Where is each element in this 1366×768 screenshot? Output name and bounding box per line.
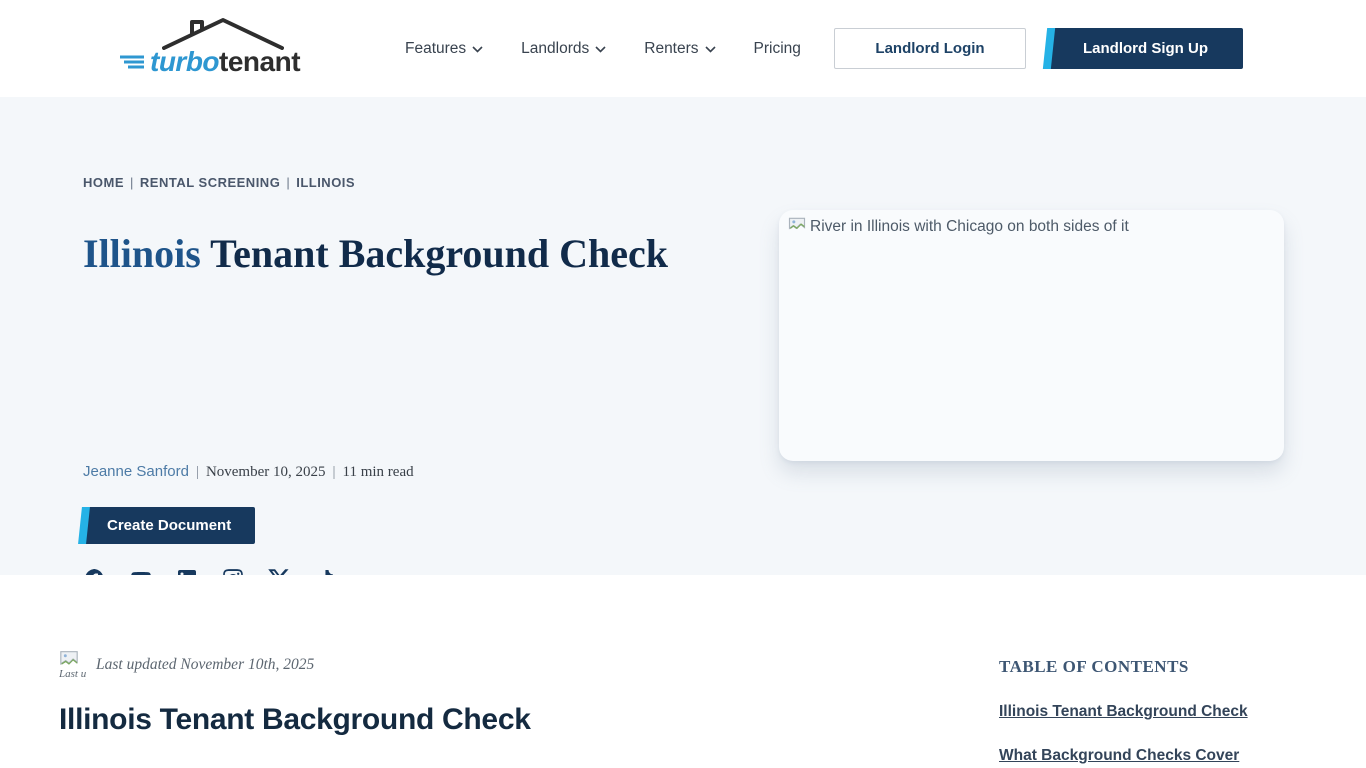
table-of-contents: TABLE OF CONTENTS Illinois Tenant Backgr… [999,657,1309,765]
site-header: turbotenant Features Landlords Renters P… [0,0,1366,97]
page-title: Illinois Tenant Background Check [83,224,673,284]
landlord-signup-button[interactable]: Landlord Sign Up [1048,28,1243,69]
logo-turbo-text: turbo [150,46,219,78]
breadcrumb-illinois-link[interactable]: ILLINOIS [296,175,355,190]
toc-link-what-background-checks-cover[interactable]: What Background Checks Cover [999,747,1309,765]
meta-separator: | [196,464,199,480]
nav-item-pricing[interactable]: Pricing [754,40,801,58]
nav-label-pricing: Pricing [754,40,801,58]
article-heading: Illinois Tenant Background Check [59,703,531,737]
landlord-login-button[interactable]: Landlord Login [834,28,1026,69]
broken-image-alt-clipped: Last updated November 10th, 2025 [59,668,86,680]
broken-image-icon [59,650,79,668]
hero-image-alt-text: River in Illinois with Chicago on both s… [810,215,1129,236]
breadcrumb: HOME | RENTAL SCREENING | ILLINOIS [83,175,355,190]
turbotenant-logo[interactable]: turbotenant [118,16,288,78]
page-title-highlight: Illinois [83,231,201,276]
logo-roof-icon [162,16,284,50]
chevron-down-icon [595,46,606,53]
nav-label-renters: Renters [644,40,698,58]
broken-image-icon [787,215,807,235]
breadcrumb-separator: | [130,175,134,190]
publish-date: November 10, 2025 [206,464,326,480]
read-time: 11 min read [343,464,414,480]
breadcrumb-rental-screening-link[interactable]: RENTAL SCREENING [140,175,280,190]
main-nav: Features Landlords Renters Pricing [405,0,801,97]
article-meta: Jeanne Sanford | November 10, 2025 | 11 min … [83,463,414,481]
chevron-down-icon [472,46,483,53]
last-updated-text: Last updated November 10th, 2025 [96,650,314,682]
toc-link-illinois-tenant-background-check[interactable]: Illinois Tenant Background Check [999,703,1309,721]
nav-item-features[interactable]: Features [405,40,483,58]
logo-speed-lines-icon [118,52,148,72]
article-section: Last updated November 10th, 2025 Last up… [0,575,1366,768]
broken-image-thumb: Last updated November 10th, 2025 [59,650,86,682]
nav-item-landlords[interactable]: Landlords [521,40,606,58]
nav-label-features: Features [405,40,466,58]
nav-label-landlords: Landlords [521,40,589,58]
chevron-down-icon [705,46,716,53]
logo-wordmark: turbotenant [118,46,300,78]
page-title-rest: Tenant Background Check [201,231,668,276]
hero-section: HOME | RENTAL SCREENING | ILLINOIS Illinois … [0,97,1366,575]
toc-title: TABLE OF CONTENTS [999,657,1309,677]
hero-image-card: River in Illinois with Chicago on both s… [779,210,1284,461]
nav-item-renters[interactable]: Renters [644,40,715,58]
create-document-button[interactable]: Create Document [83,507,255,544]
meta-separator: | [333,464,336,480]
last-updated-row: Last updated November 10th, 2025 Last up… [59,650,314,682]
breadcrumb-home-link[interactable]: HOME [83,175,124,190]
logo-tenant-text: tenant [219,46,300,78]
author-link[interactable]: Jeanne Sanford [83,463,189,480]
breadcrumb-separator: | [286,175,290,190]
